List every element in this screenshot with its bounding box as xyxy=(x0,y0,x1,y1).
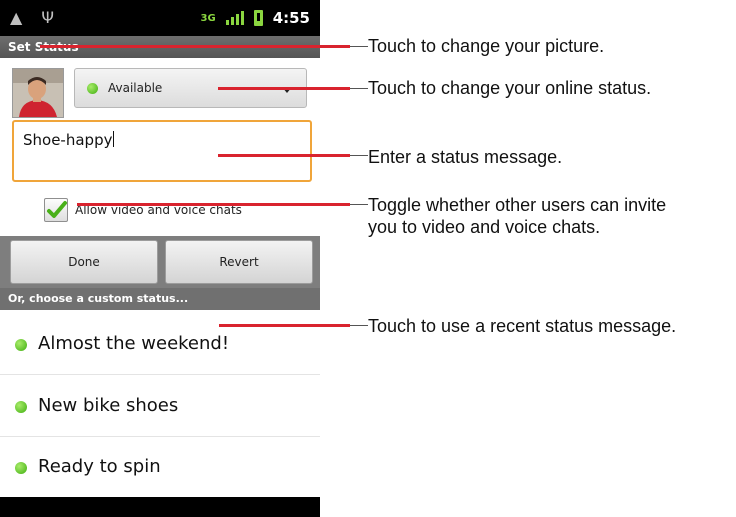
callout-line-message xyxy=(218,154,368,157)
battery-icon xyxy=(253,10,263,26)
callout-message: Enter a status message. xyxy=(368,147,563,167)
3g-icon: 3G xyxy=(200,12,216,24)
callout-line-recent xyxy=(219,324,368,327)
presence-label: Available xyxy=(108,81,163,95)
list-item-label: Ready to spin xyxy=(38,456,161,477)
callout-line-video xyxy=(77,203,368,206)
list-item[interactable]: Ready to spin xyxy=(0,437,320,497)
list-item[interactable]: Almost the weekend! xyxy=(0,314,320,374)
callout-line-presence xyxy=(218,87,368,90)
status-message-text: Shoe-happy xyxy=(23,131,115,149)
available-status-icon xyxy=(15,401,27,413)
callout-line-picture xyxy=(40,45,368,48)
custom-status-header-label: Or, choose a custom status... xyxy=(8,292,189,305)
avatar xyxy=(13,69,63,117)
list-item-label: New bike shoes xyxy=(38,395,179,416)
system-icons: 3G 4:55 xyxy=(201,9,310,27)
profile-picture-button[interactable] xyxy=(12,68,64,118)
status-message-value: Shoe-happy xyxy=(23,131,113,149)
divider xyxy=(0,374,320,375)
video-chat-checkbox[interactable] xyxy=(44,198,68,222)
callout-video-line2: you to video and voice chats. xyxy=(368,217,601,237)
available-status-icon xyxy=(87,83,98,94)
callout-presence: Touch to change your online status. xyxy=(368,78,652,98)
status-bar: ▲ Ψ 3G 4:55 xyxy=(0,0,320,36)
list-item[interactable]: New bike shoes xyxy=(0,376,320,436)
callout-picture: Touch to change your picture. xyxy=(368,36,605,56)
usb-icon: Ψ xyxy=(41,8,54,27)
checkmark-icon xyxy=(47,201,67,218)
android-icon: ▲ xyxy=(10,8,23,27)
status-message-input[interactable]: Shoe-happy xyxy=(12,120,312,182)
callout-video: Toggle whether other users can invite yo… xyxy=(368,194,666,238)
callout-video-line1: Toggle whether other users can invite xyxy=(368,195,667,215)
signal-icon xyxy=(225,11,244,25)
text-cursor xyxy=(113,131,115,147)
bottom-bar xyxy=(0,497,320,517)
callout-recent: Touch to use a recent status message. xyxy=(368,316,677,336)
available-status-icon xyxy=(15,339,27,351)
notification-icons: ▲ Ψ xyxy=(10,8,68,27)
button-bar: Done Revert xyxy=(0,236,320,288)
revert-button[interactable]: Revert xyxy=(165,240,313,284)
done-button[interactable]: Done xyxy=(10,240,158,284)
list-item-label: Almost the weekend! xyxy=(38,333,230,354)
available-status-icon xyxy=(15,462,27,474)
custom-status-header: Or, choose a custom status... xyxy=(0,288,320,310)
phone-screen: ▲ Ψ 3G 4:55 Set Status Available Sh xyxy=(0,0,320,517)
clock: 4:55 xyxy=(272,9,310,27)
